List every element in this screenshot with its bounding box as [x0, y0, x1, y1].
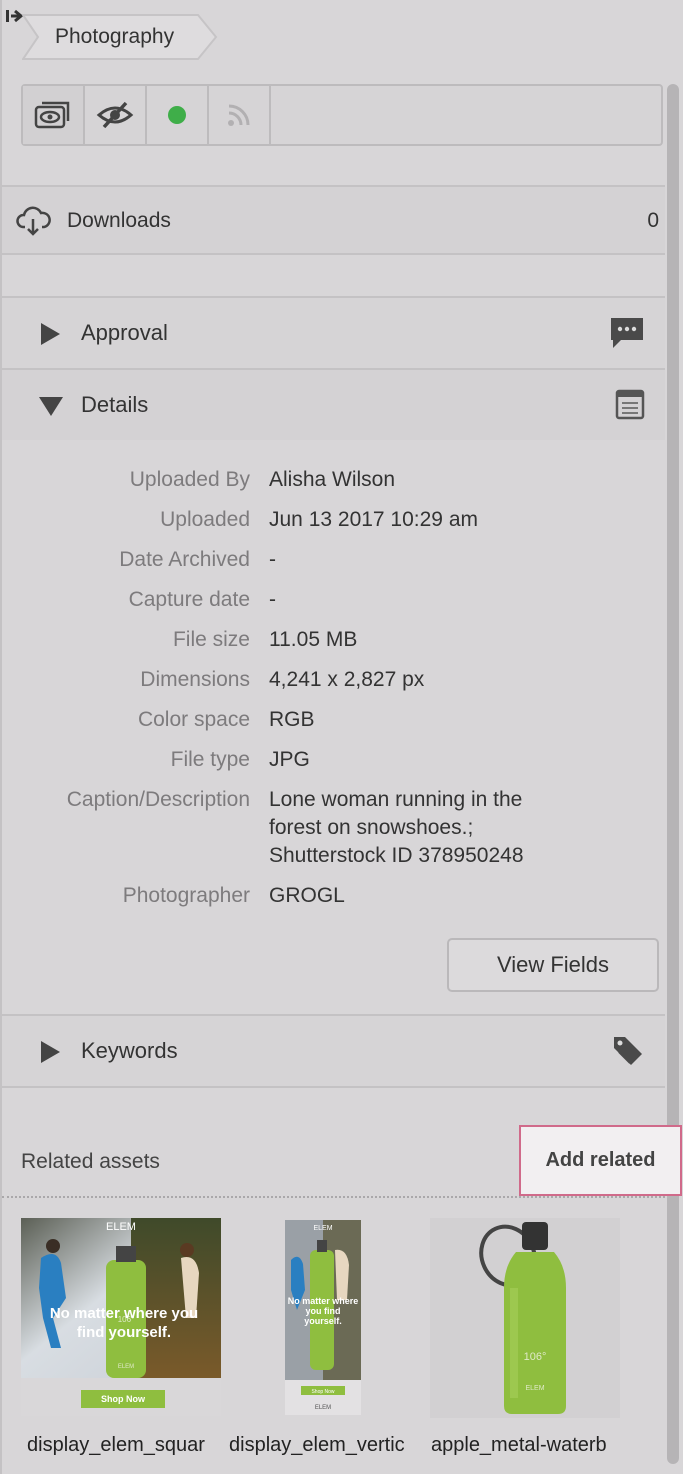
detail-value: 4,241 x 2,827 px [269, 668, 425, 691]
related-asset-thumbnail[interactable]: 106° ELEM [430, 1218, 620, 1418]
views-icon [34, 101, 70, 129]
ad-cta: Shop Now [101, 1394, 146, 1404]
detail-value: Alisha Wilson [269, 468, 396, 491]
hidden-button[interactable] [85, 86, 147, 144]
detail-key: Caption/Description [66, 788, 250, 811]
ad-headline: No matter where you find yourself. [287, 1296, 359, 1326]
comment-icon[interactable] [609, 316, 645, 350]
related-asset-thumbnail[interactable]: ELEM Shop Now ELEM No matter where you f… [285, 1220, 361, 1415]
related-assets-label: Related assets [21, 1150, 160, 1173]
detail-value: GROGL [269, 884, 345, 907]
expand-triangle-icon [41, 1041, 60, 1063]
ad-cta: Shop Now [311, 1389, 334, 1395]
downloads-label: Downloads [67, 209, 171, 232]
add-related-button[interactable]: Add related [519, 1125, 682, 1196]
ad-bottle-brand: ELEM [118, 1364, 134, 1370]
collapse-triangle-icon [39, 397, 63, 416]
detail-value: - [269, 548, 276, 571]
related-asset-filename[interactable]: display_elem_vertic [229, 1434, 423, 1457]
detail-key: Uploaded [160, 508, 250, 531]
details-sheet-icon[interactable] [615, 388, 645, 420]
related-asset-filename[interactable]: apple_metal-waterb [431, 1434, 627, 1457]
ad-logo: ELEM [106, 1221, 136, 1233]
detail-value: 11.05 MB [269, 628, 358, 651]
bottle-brand: ELEM [525, 1385, 544, 1392]
related-asset-thumbnail[interactable]: ELEM 106° ELEM Shop Now No matter where … [21, 1218, 221, 1416]
detail-key: Date Archived [119, 548, 250, 571]
detail-value: RGB [269, 708, 315, 731]
rss-button[interactable] [209, 86, 271, 144]
detail-key: Color space [137, 708, 250, 731]
detail-value: Jun 13 2017 10:29 am [269, 508, 478, 531]
asset-details-panel: Photography Downloads 0 Approval Details… [0, 0, 683, 1474]
cloud-download-icon [16, 206, 51, 236]
section-details[interactable]: Details [2, 368, 665, 440]
divider [2, 1196, 665, 1198]
status-button[interactable] [147, 86, 209, 144]
section-title: Details [81, 392, 149, 417]
related-asset-filename[interactable]: display_elem_squar [27, 1434, 223, 1457]
detail-value: - [269, 588, 276, 611]
ad-logo: ELEM [313, 1225, 332, 1232]
scrollbar[interactable] [667, 84, 679, 1464]
detail-value: Lone woman running in the forest on snow… [269, 788, 524, 867]
section-keywords[interactable]: Keywords [2, 1014, 665, 1088]
status-dot-icon [168, 106, 186, 124]
hidden-icon [96, 101, 134, 129]
detail-key: Dimensions [140, 668, 250, 691]
ad-brand: ELEM [315, 1405, 331, 1411]
breadcrumb-label: Photography [55, 25, 175, 48]
downloads-row[interactable]: Downloads 0 [2, 185, 665, 255]
expand-triangle-icon [41, 323, 60, 345]
visibility-toolbar [21, 84, 663, 146]
detail-key: File size [172, 628, 250, 651]
detail-key: Uploaded By [129, 468, 250, 491]
bottle-text: 106° [524, 1351, 547, 1363]
ad-headline: No matter where you find yourself. [49, 1305, 199, 1341]
views-button[interactable] [23, 86, 85, 144]
section-title: Approval [81, 320, 168, 345]
section-approval[interactable]: Approval [2, 296, 665, 368]
detail-key: Photographer [122, 884, 250, 907]
detail-key: Capture date [128, 588, 250, 611]
downloads-count: 0 [647, 209, 659, 232]
detail-value: JPG [269, 748, 310, 771]
rss-icon [228, 104, 250, 126]
tag-icon[interactable] [611, 1034, 645, 1068]
view-fields-button[interactable]: View Fields [447, 938, 659, 992]
detail-key: File type [170, 748, 250, 771]
section-title: Keywords [81, 1038, 178, 1063]
